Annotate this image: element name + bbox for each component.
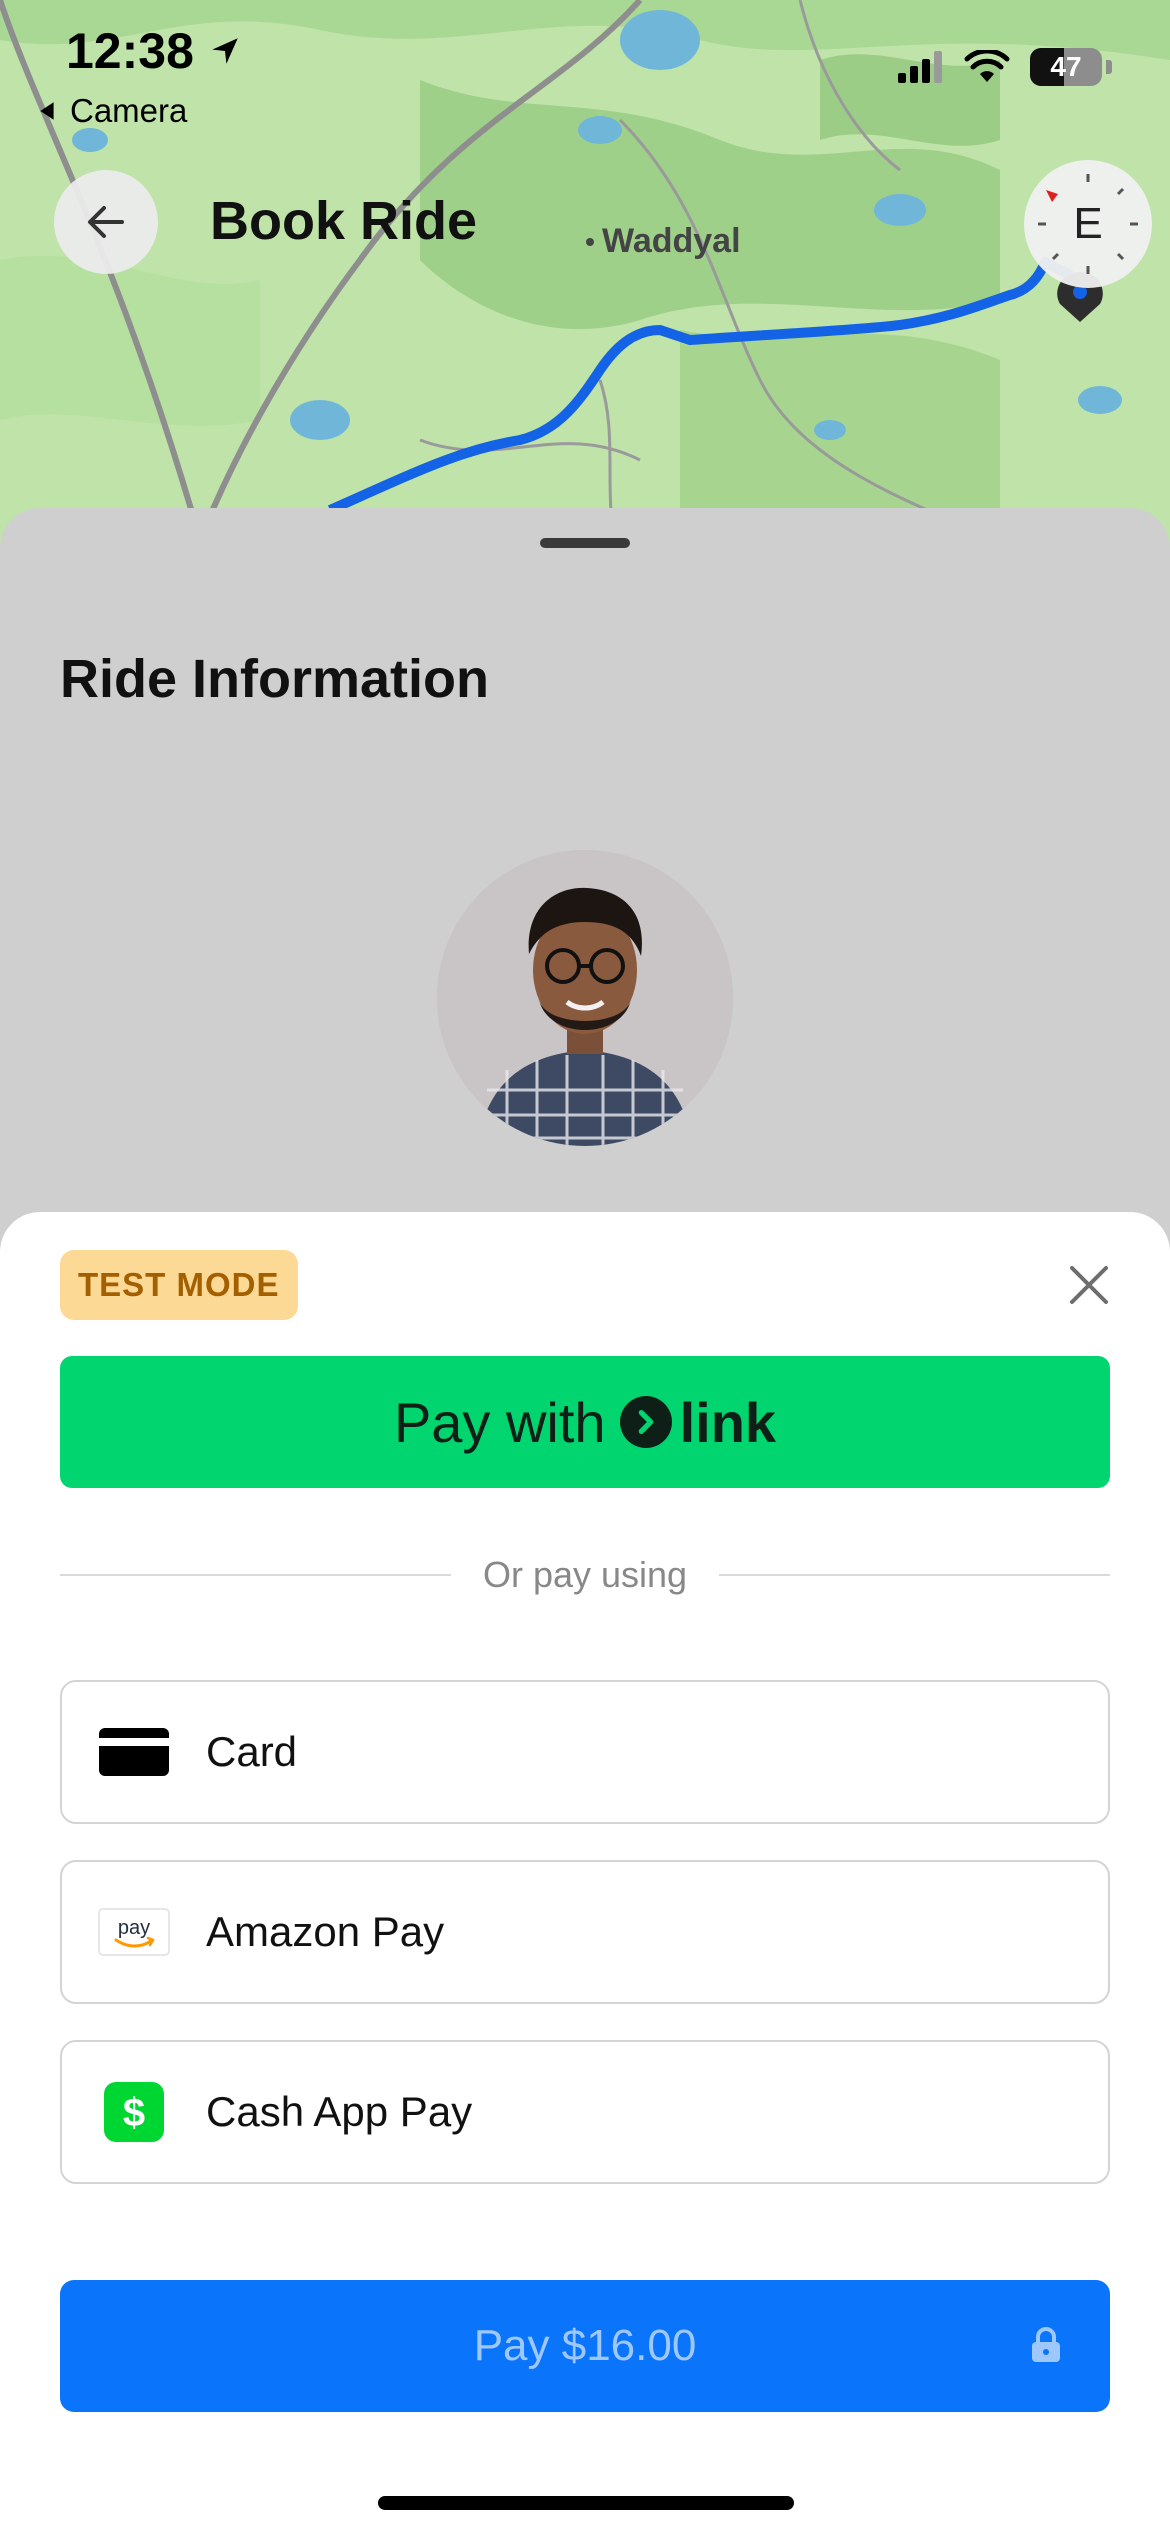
divider-line-left [60,1574,451,1576]
arrow-left-icon [88,206,124,238]
status-icons: 47 [898,48,1112,86]
page-title: Book Ride [210,191,478,251]
cash-app-icon: $ [98,2082,170,2142]
chevron-right-icon [638,1410,653,1434]
link-brand-text: link [679,1390,777,1454]
screen: Waddyal 12:38 Camera 47 Book Ride E Ride… [0,0,1170,2532]
pay-button[interactable]: Pay $16.00 [60,2280,1110,2412]
place-dot [586,237,594,246]
link-chevron-icon [619,1396,672,1448]
amazon-pay-icon: pay [98,1902,170,1962]
payment-method-card[interactable]: Card [60,1680,1110,1824]
cash-app-logo: $ [104,2082,164,2142]
close-icon [1070,1266,1108,1304]
driver-photo [437,850,733,1146]
clock: 12:38 [66,23,194,79]
lock-icon [1032,2327,1060,2362]
compass-heading: E [1073,199,1103,248]
sheet-title: Ride Information [60,649,489,709]
map-place-label: Waddyal [586,222,741,261]
divider-line-right [719,1574,1111,1576]
link-button-prefix: Pay with [393,1390,606,1454]
location-arrow-icon [212,38,238,64]
back-to-app[interactable]: Camera [36,92,187,130]
or-pay-using-divider: Or pay using [60,1554,1111,1596]
card-icon-graphic [99,1728,169,1776]
link-brand: link [619,1390,777,1455]
card-icon [98,1722,170,1782]
battery-icon: 47 [1030,48,1102,86]
sheet-grabber[interactable] [540,538,630,548]
back-triangle-icon [40,102,54,120]
wifi-icon [964,50,1010,82]
signal-icon [898,51,942,83]
payment-method-amazon-pay[interactable]: pay Amazon Pay [60,1860,1110,2004]
payment-method-cash-app-pay[interactable]: $ Cash App Pay [60,2040,1110,2184]
method-label-card: Card [206,1728,298,1775]
method-label-amazon-pay: Amazon Pay [206,1908,445,1955]
battery-level: 47 [1050,51,1082,82]
method-label-cash-app-pay: Cash App Pay [206,2088,473,2135]
compass-button[interactable]: E [1024,160,1152,288]
payment-sheet: TEST MODE Pay with link Or pay using Car… [0,1212,1170,2532]
divider-text: Or pay using [482,1554,688,1595]
status-time: 12:38 [66,22,242,80]
back-button[interactable] [54,170,158,274]
amazon-pay-logo-text: pay [118,1917,150,1939]
place-name: Waddyal [602,222,741,260]
back-app-label: Camera [70,92,188,129]
driver-avatar [437,850,733,1146]
cash-app-logo-text: $ [123,2091,145,2135]
close-button[interactable] [1064,1260,1114,1310]
pay-with-link-button[interactable]: Pay with link [60,1356,1110,1488]
test-mode-badge: TEST MODE [60,1250,298,1320]
battery-cap [1106,60,1112,74]
pay-button-label: Pay $16.00 [473,2321,697,2370]
amazon-pay-logo: pay [98,1908,170,1956]
home-indicator [378,2496,794,2510]
